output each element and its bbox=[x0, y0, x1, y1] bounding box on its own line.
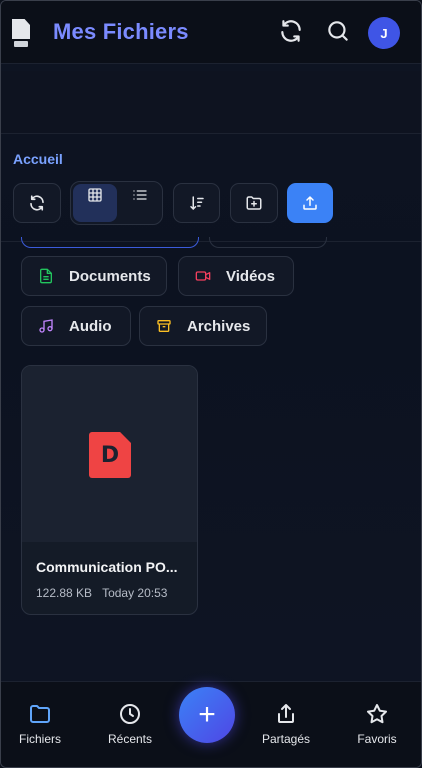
folder-plus-icon bbox=[246, 196, 262, 210]
grid-icon bbox=[88, 188, 102, 202]
nav-label: Récents bbox=[107, 732, 153, 746]
clock-icon bbox=[120, 704, 140, 724]
filter-label: Audio bbox=[69, 317, 112, 335]
list-icon bbox=[133, 190, 147, 200]
view-toggle bbox=[70, 181, 163, 225]
new-folder-button[interactable] bbox=[230, 183, 278, 223]
file-thumbnail: D bbox=[22, 366, 197, 542]
refresh-button[interactable] bbox=[13, 183, 61, 223]
filter-chip-audio[interactable]: Audio bbox=[21, 306, 131, 346]
file-meta: 122.88 KB Today 20:53 bbox=[36, 586, 167, 600]
document-icon bbox=[37, 267, 55, 285]
sort-icon bbox=[189, 196, 204, 211]
nav-item-fichiers[interactable]: Fichiers bbox=[1, 702, 80, 746]
nav-label: Partagés bbox=[261, 732, 311, 746]
upload-icon bbox=[303, 196, 317, 210]
filter-chip-videos[interactable]: Vidéos bbox=[178, 256, 294, 296]
upload-button[interactable] bbox=[287, 183, 333, 223]
divider bbox=[1, 133, 421, 134]
breadcrumb[interactable]: Accueil bbox=[13, 151, 63, 167]
filter-label: Archives bbox=[187, 317, 251, 335]
pdf-file-icon: D bbox=[89, 432, 131, 478]
header-spacer bbox=[1, 71, 421, 133]
avatar[interactable]: J bbox=[368, 17, 400, 49]
refresh-icon[interactable] bbox=[278, 18, 304, 44]
folder-icon bbox=[30, 705, 50, 723]
filter-label: Vidéos bbox=[226, 267, 275, 285]
video-icon bbox=[194, 267, 212, 285]
search-icon[interactable] bbox=[325, 18, 351, 44]
star-icon bbox=[367, 704, 387, 724]
filter-chip-archives[interactable]: Archives bbox=[139, 306, 267, 346]
nav-item-favoris[interactable]: Favoris bbox=[337, 702, 417, 746]
nav-label: Fichiers bbox=[18, 732, 61, 746]
grid-view-button[interactable] bbox=[73, 184, 117, 222]
share-icon bbox=[278, 704, 294, 723]
nav-item-recents[interactable]: Récents bbox=[90, 702, 170, 746]
list-view-button[interactable] bbox=[119, 184, 161, 222]
file-date: Today 20:53 bbox=[102, 586, 168, 600]
sort-button[interactable] bbox=[173, 183, 220, 223]
app-logo bbox=[12, 19, 32, 49]
top-bar: Mes Fichiers J bbox=[1, 1, 421, 64]
archive-icon bbox=[155, 317, 173, 335]
refresh-icon bbox=[30, 195, 44, 211]
filter-label: Documents bbox=[69, 267, 151, 285]
app-window: Mes Fichiers J Accueil Documents Vidéos … bbox=[0, 0, 422, 768]
filter-chip-documents[interactable]: Documents bbox=[21, 256, 167, 296]
filter-chip-partial[interactable] bbox=[21, 237, 199, 248]
music-icon bbox=[37, 317, 55, 335]
nav-label: Favoris bbox=[357, 732, 397, 746]
file-name: Communication PO... bbox=[36, 559, 178, 575]
nav-item-partages[interactable]: Partagés bbox=[246, 702, 326, 746]
filter-chip-partial[interactable] bbox=[209, 237, 327, 248]
add-button[interactable]: + bbox=[179, 687, 235, 743]
page-title: Mes Fichiers bbox=[53, 19, 189, 44]
file-size: 122.88 KB bbox=[36, 586, 93, 600]
file-card[interactable]: D Communication PO... 122.88 KB Today 20… bbox=[21, 365, 198, 615]
